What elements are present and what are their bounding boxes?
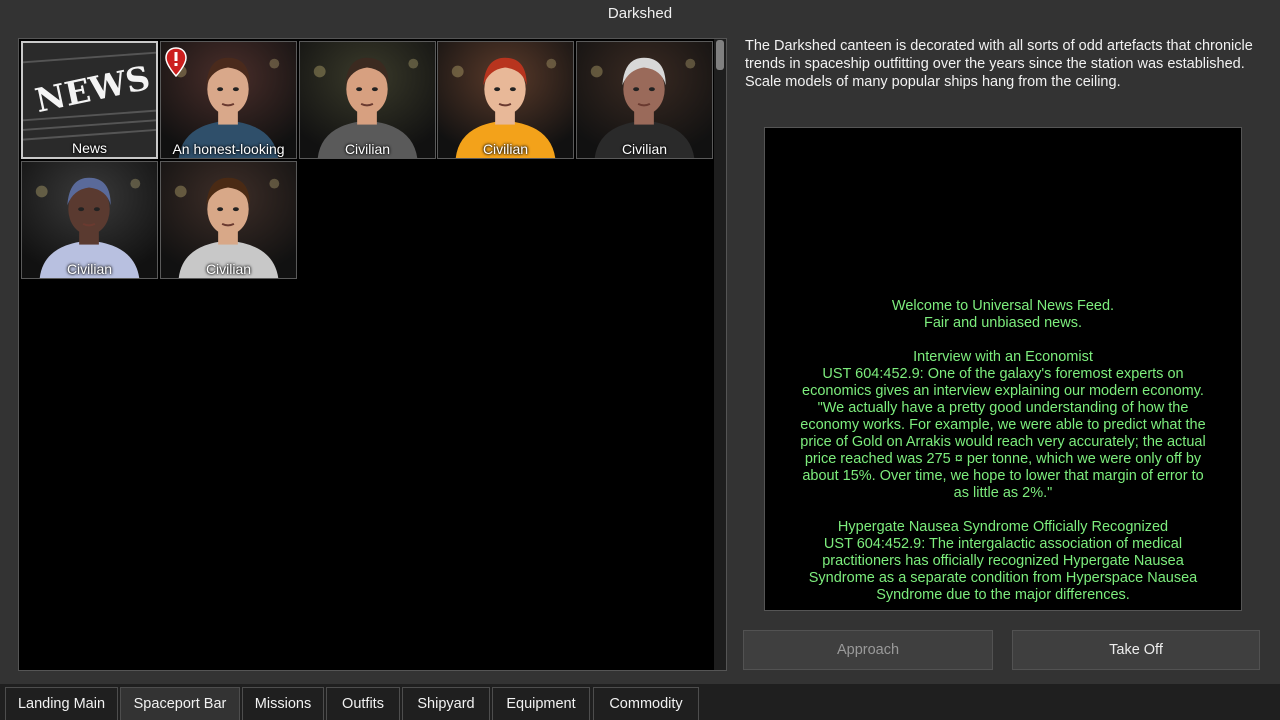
news-line [787, 502, 1219, 519]
news-line: about 15%. Over time, we hope to lower t… [802, 468, 1204, 484]
tab-shipyard[interactable]: Shipyard [402, 687, 490, 720]
news-line: as little as 2%." [953, 485, 1053, 501]
take-off-button[interactable]: Take Off [1012, 630, 1260, 670]
news-line: economics gives an interview explaining … [802, 383, 1204, 399]
tab-outfits[interactable]: Outfits [326, 687, 400, 720]
news-feed-panel: Welcome to Universal News Feed. Fair and … [764, 127, 1242, 611]
news-line [787, 332, 1219, 349]
bar-item-npc[interactable]: Civilian [437, 41, 574, 159]
bar-item-label: An honest-looking [172, 141, 285, 157]
news-line: "We actually have a pretty good understa… [817, 400, 1189, 416]
tab-equipment[interactable]: Equipment [492, 687, 590, 720]
tab-missions[interactable]: Missions [242, 687, 324, 720]
bar-item-label: Civilian [66, 261, 113, 277]
bar-item-label: Civilian [344, 141, 391, 157]
news-line: price reached was 275 ¤ per tonne, which… [804, 451, 1202, 467]
news-line: Welcome to Universal News Feed. [891, 298, 1115, 314]
news-line: Interview with an Economist [913, 349, 1093, 365]
bar-item-npc[interactable]: Civilian [160, 161, 297, 279]
bar-item-label: Civilian [205, 261, 252, 277]
bar-item-npc[interactable]: An honest-looking [160, 41, 297, 159]
news-line: Syndrome as a separate condition from Hy… [808, 570, 1198, 586]
scrollbar-thumb[interactable] [716, 40, 724, 70]
window-title: Darkshed [607, 5, 673, 22]
tab-landing-main[interactable]: Landing Main [5, 687, 118, 720]
bar-item-label: News [71, 140, 107, 156]
news-feed-text: Welcome to Universal News Feed. Fair and … [765, 298, 1241, 604]
tab-spaceport-bar[interactable]: Spaceport Bar [120, 687, 240, 720]
bar-item-npc[interactable]: Civilian [576, 41, 713, 159]
bar-item-label: Civilian [621, 141, 668, 157]
bar-item-npc[interactable]: Civilian [299, 41, 436, 159]
news-line: UST 604:452.9: One of the galaxy's forem… [822, 366, 1184, 382]
bar-npc-list: NEWS News An honest-looking Civilian Civ… [18, 38, 727, 671]
news-line: UST 604:452.9: The intergalactic associa… [823, 536, 1183, 552]
news-line: price of Gold on Arrakis would reach ver… [800, 434, 1206, 450]
mission-alert-icon [165, 47, 187, 77]
bar-item-news[interactable]: NEWS News [21, 41, 158, 159]
news-line: Syndrome due to the major differences. [876, 587, 1130, 603]
bar-item-npc[interactable]: Civilian [21, 161, 158, 279]
list-scrollbar[interactable] [714, 39, 726, 670]
news-line: practitioners has officially recognized … [822, 553, 1184, 569]
news-line: economy works. For example, we were able… [800, 417, 1206, 433]
bar-item-label: Civilian [482, 141, 529, 157]
tab-commodity[interactable]: Commodity [593, 687, 699, 720]
approach-button[interactable]: Approach [743, 630, 993, 670]
news-line: Fair and unbiased news. [924, 315, 1082, 331]
tab-bar: Landing Main Spaceport Bar Missions Outfits… [0, 684, 1280, 720]
news-line: Hypergate Nausea Syndrome Officially Rec… [837, 519, 1169, 535]
bar-description: The Darkshed canteen is decorated with a… [745, 38, 1253, 90]
